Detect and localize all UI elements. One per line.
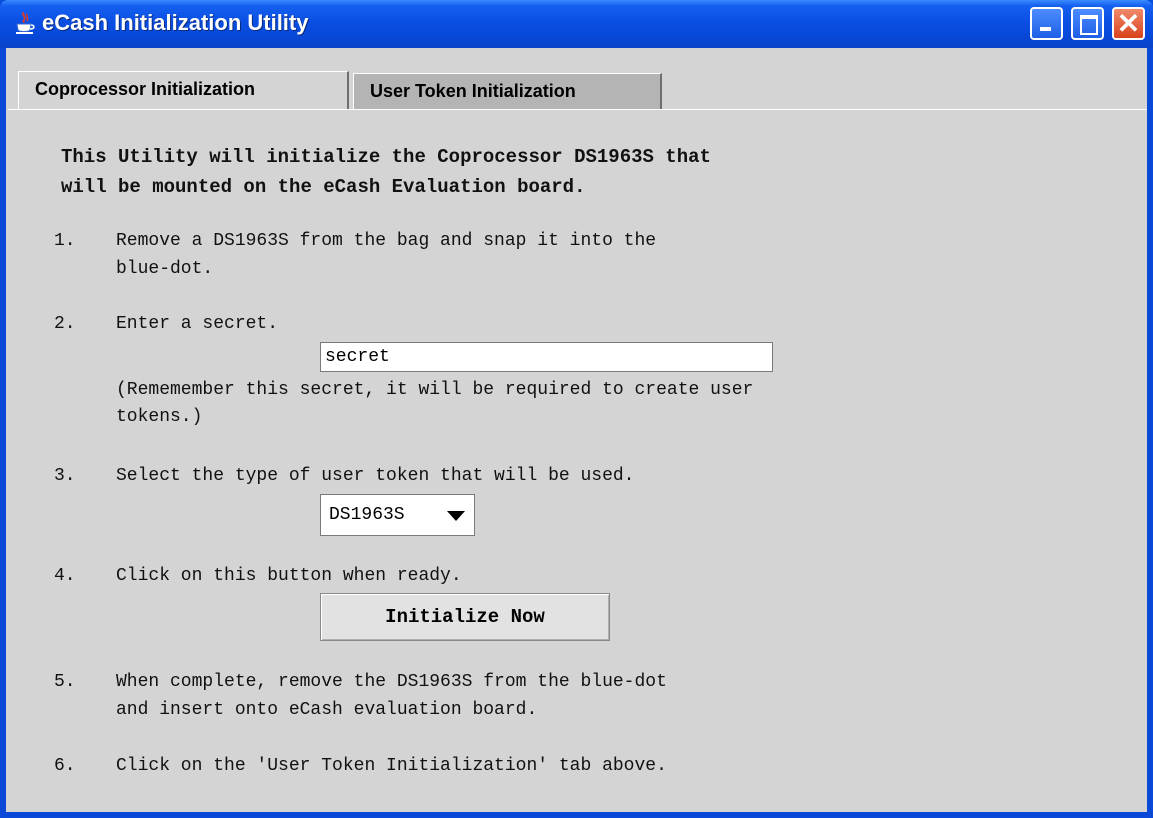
step-1-number: 1. [54,231,76,251]
close-button[interactable]: ✕ [1112,7,1145,40]
step-2-note-cont: tokens.) [116,407,203,427]
secret-input[interactable] [320,342,773,372]
initialize-now-button[interactable]: Initialize Now [320,593,610,641]
window-title: eCash Initialization Utility [42,10,309,35]
window-frame-right [1147,48,1153,818]
step-6-number: 6. [54,756,76,776]
maximize-button[interactable] [1071,7,1104,40]
step-5-number: 5. [54,672,76,692]
step-2-number: 2. [54,314,76,334]
intro-line-1: This Utility will initialize the Coproce… [61,146,711,168]
minimize-button[interactable] [1030,7,1063,40]
step-5-text-cont: and insert onto eCash evaluation board. [116,700,538,720]
step-4-text: Click on this button when ready. [116,566,462,586]
close-icon: ✕ [1116,8,1141,39]
tab-user-token-initialization[interactable]: User Token Initialization [353,73,662,109]
step-6-text: Click on the 'User Token Initialization'… [116,756,667,776]
step-2-note: (Rememember this secret, it will be requ… [116,380,754,400]
java-cup-icon [16,12,35,34]
tab-panel: This Utility will initialize the Coproce… [8,109,1147,813]
step-3-number: 3. [54,466,76,486]
step-1-text: Remove a DS1963S from the bag and snap i… [116,231,657,251]
step-1-text-cont: blue-dot. [116,259,214,279]
window-content: Coprocessor Initialization User Token In… [6,48,1147,812]
app-window: eCash Initialization Utility ✕ Coprocess… [0,0,1153,818]
step-2-text: Enter a secret. [116,314,279,334]
step-5-text: When complete, remove the DS1963S from t… [116,672,667,692]
title-bar[interactable]: eCash Initialization Utility ✕ [0,0,1153,48]
intro-line-2: will be mounted on the eCash Evaluation … [61,176,586,198]
tab-coprocessor-initialization[interactable]: Coprocessor Initialization [18,71,349,109]
token-type-value: DS1963S [329,505,405,525]
token-type-select[interactable]: DS1963S [320,494,475,536]
step-3-text: Select the type of user token that will … [116,466,635,486]
step-4-number: 4. [54,566,76,586]
chevron-down-icon[interactable] [447,511,465,521]
